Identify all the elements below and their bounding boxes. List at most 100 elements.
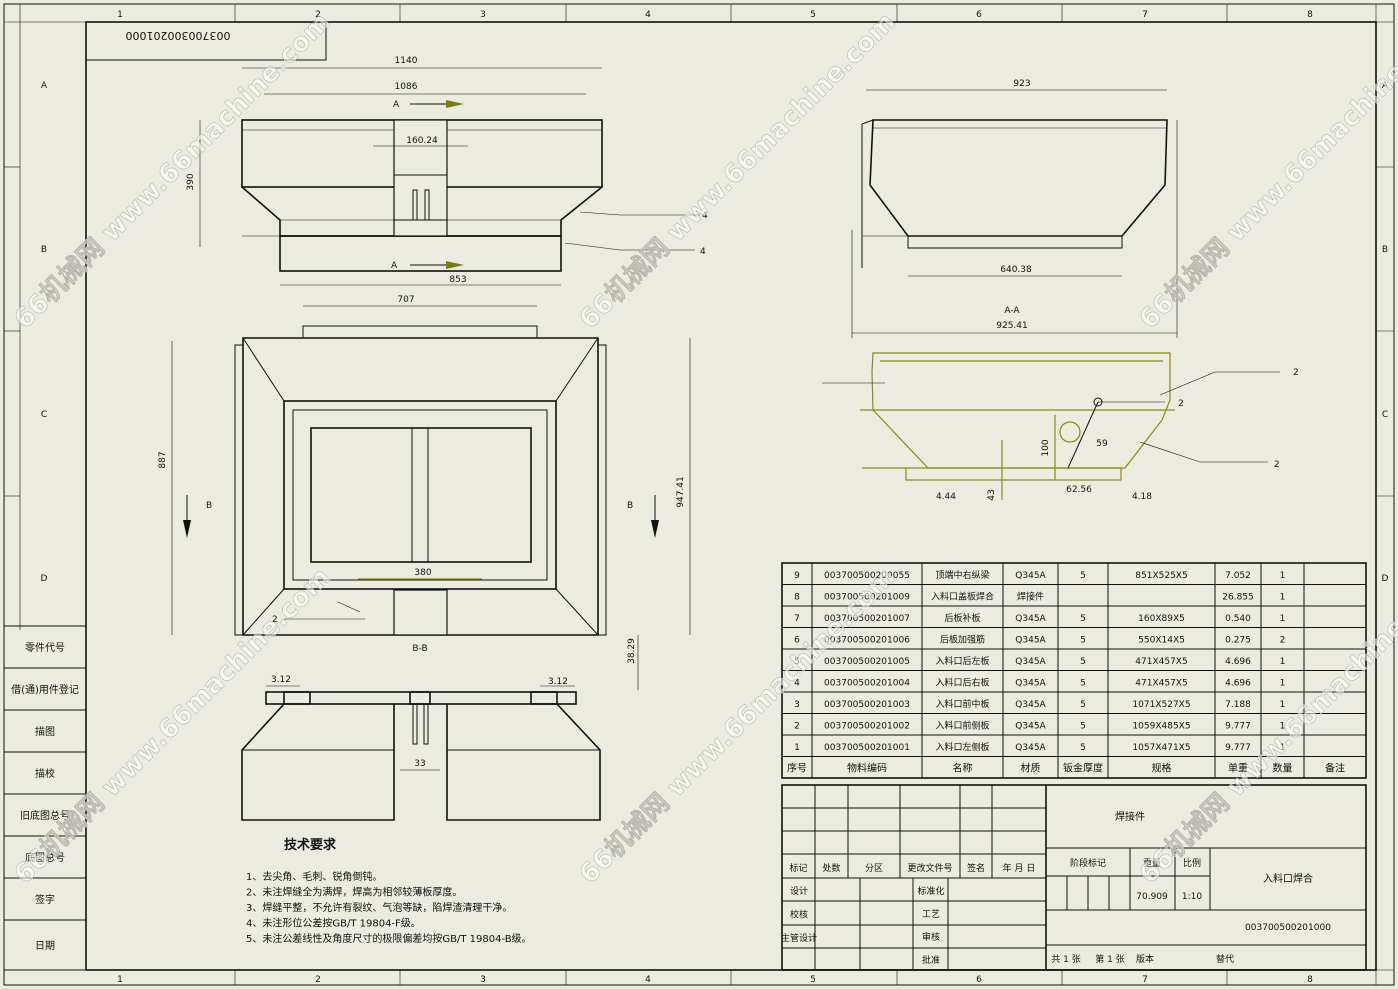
bom-cell-material: Q345A (1015, 571, 1046, 581)
left-column-label: 日期 (35, 940, 55, 952)
dim-detail-4-44: 4.44 (936, 492, 956, 502)
side-detail-view: 2 2 2 100 59 62.56 4.44 43 4.18 (822, 352, 1299, 502)
bom-cell-thickness: 5 (1080, 614, 1086, 624)
zone-col-top: 7 (1142, 10, 1148, 20)
bom-cell-no: 2 (794, 722, 800, 732)
bom-cell-name: 入料口左侧板 (935, 741, 989, 753)
bom-header: 名称 (953, 762, 973, 775)
zone-col-top: 1 (117, 10, 123, 20)
bom-cell-spec: 160X89X5 (1138, 614, 1185, 624)
watermark-1: 66机械网 www.66machine.com (9, 7, 337, 335)
version-label: 版本 (1136, 953, 1154, 965)
zone-row-labels-left: A B C D (41, 81, 48, 584)
zone-col-bottom: 1 (117, 975, 123, 985)
bom-cell-material: Q345A (1015, 679, 1046, 689)
bom-cell-weight: 9.777 (1225, 722, 1251, 732)
bom-cell-thickness: 5 (1080, 679, 1086, 689)
zone-row-left: D (41, 574, 48, 584)
section-marker-b-right: B (627, 501, 633, 511)
zone-column-labels-top: 12345678 (117, 10, 1313, 20)
left-column-label: 描图 (35, 725, 55, 738)
dim-front-gap: 160.24 (406, 136, 438, 146)
bom-cell-material: Q345A (1015, 614, 1046, 624)
dim-aa-overall-width: 925.41 (996, 321, 1028, 331)
bom-cell-code: 003700500201004 (824, 679, 910, 689)
bom-cell-no: 3 (794, 700, 800, 710)
rev-header: 分区 (865, 863, 883, 874)
dim-bottom-right-gap: 3.12 (548, 677, 568, 687)
rev-header: 更改文件号 (907, 862, 952, 874)
zone-row-left: C (41, 410, 47, 420)
zone-row-right: B (1382, 245, 1388, 255)
dim-detail-62-56: 62.56 (1066, 485, 1092, 495)
bom-cell-qty: 1 (1280, 593, 1286, 603)
bom-cell-material: Q345A (1015, 636, 1046, 646)
bom-cell-no: 7 (794, 614, 800, 624)
zone-col-bottom: 2 (315, 975, 321, 985)
bom-cell-qty: 1 (1280, 614, 1286, 624)
tech-requirements-title: 技术要求 (284, 837, 337, 853)
tech-requirements: 技术要求 1、去尖角、毛刺、锐角倒钝。 2、未注焊缝全为满焊，焊高为相邻较薄板厚度… (246, 837, 532, 945)
rev-header: 处数 (822, 862, 840, 874)
bom-cell-code: 003700500201001 (824, 743, 910, 753)
bom-cell-weight: 26.855 (1222, 593, 1254, 603)
bom-cell-material: 焊接件 (1017, 591, 1044, 603)
drawing-code: 003700300201000 (126, 29, 231, 42)
rev-header: 签名 (967, 862, 985, 874)
role-mid: 工艺 (922, 909, 940, 920)
bom-cell-spec: 471X457X5 (1135, 679, 1187, 689)
zone-col-top: 5 (810, 10, 816, 20)
bom-header: 序号 (787, 762, 807, 775)
scale-value: 1:10 (1182, 892, 1202, 902)
bom-cell-name: 入料口后右板 (935, 677, 989, 689)
bom-cell-spec: 550X14X5 (1138, 636, 1185, 646)
zone-col-top: 3 (480, 10, 486, 20)
zone-col-top: 8 (1307, 10, 1313, 20)
dim-top-opening: 380 (414, 568, 431, 578)
bom-cell-weight: 0.540 (1225, 614, 1251, 624)
bom-cell-material: Q345A (1015, 657, 1046, 667)
balloon-front-2: 4 (700, 247, 706, 257)
role-mid: 审核 (922, 931, 940, 943)
section-marker-a-bottom: A (391, 261, 398, 271)
bom-header: 备注 (1325, 762, 1345, 775)
balloon-detail-3: 2 (1274, 460, 1280, 470)
bom-cell-material: Q345A (1015, 700, 1046, 710)
zone-col-bottom: 7 (1142, 975, 1148, 985)
bom-header: 钣金厚度 (1063, 762, 1103, 775)
dim-aa-bottom-width: 640.38 (1000, 265, 1032, 275)
watermark-2: 66机械网 www.66machine.com (574, 7, 902, 335)
zone-column-labels-bottom: 1 2 3 4 5 6 7 8 (117, 975, 1313, 985)
section-a-a-view: 923 640.38 A-A 925.41 (851, 79, 1178, 338)
bom-cell-qty: 2 (1280, 636, 1286, 646)
tech-requirement-item: 2、未注焊缝全为满焊，焊高为相邻较薄板厚度。 (246, 886, 462, 899)
zone-col-bottom: 3 (480, 975, 486, 985)
zone-col-top: 6 (976, 10, 982, 20)
bom-cell-no: 8 (794, 593, 800, 603)
bom-cell-qty: 1 (1280, 657, 1286, 667)
dim-bottom-center: 33 (414, 759, 425, 769)
left-column-label: 签字 (35, 893, 55, 906)
bom-cell-thickness: 5 (1080, 636, 1086, 646)
tech-requirement-item: 5、未注公差线性及角度尺寸的极限偏差均按GB/T 19804-B级。 (246, 932, 532, 945)
bom-cell-code: 003700500201002 (824, 722, 910, 732)
bom-cell-thickness: 5 (1080, 722, 1086, 732)
bom-cell-name: 后板加强筋 (940, 634, 985, 646)
bom-cell-qty: 1 (1280, 700, 1286, 710)
bom-cell-name: 入料口前侧板 (935, 720, 989, 732)
sheet-total: 共 1 张 (1051, 954, 1080, 965)
dim-detail-100: 100 (1041, 439, 1051, 456)
bom-cell-no: 9 (794, 571, 800, 581)
bom-cell-name: 入料口后左板 (935, 655, 989, 667)
stage-label: 阶段标记 (1070, 857, 1106, 869)
bom-cell-spec: 1071X527X5 (1132, 700, 1190, 710)
role-left: 校核 (790, 909, 808, 921)
rev-header: 年 月 日 (1003, 862, 1036, 874)
weight-value: 70.909 (1136, 892, 1168, 902)
balloon-detail-1: 2 (1293, 368, 1299, 378)
zone-col-bottom: 6 (976, 975, 982, 985)
part-name: 入料口焊合 (1263, 872, 1313, 885)
zone-row-left: B (41, 245, 47, 255)
bom-cell-name: 顶端中右纵梁 (935, 569, 989, 581)
bom-cell-name: 后板补板 (944, 612, 980, 624)
